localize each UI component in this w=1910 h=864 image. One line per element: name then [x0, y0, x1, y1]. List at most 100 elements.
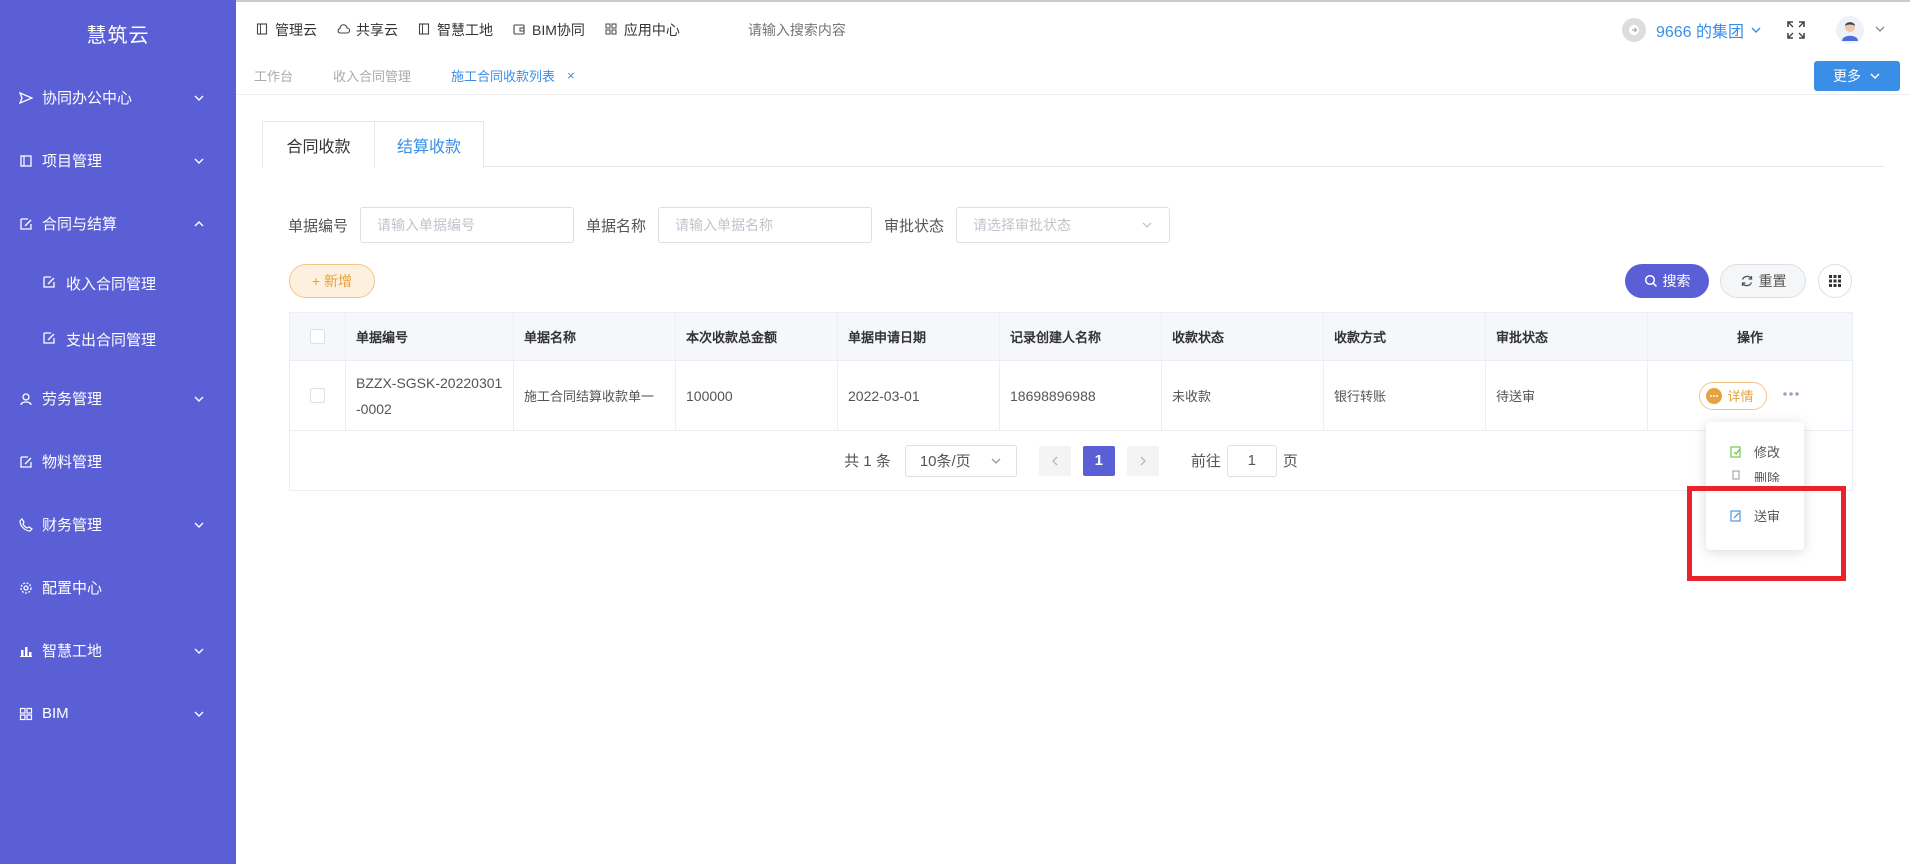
add-button[interactable]: + 新增: [289, 264, 375, 298]
sidebar-item-contract[interactable]: 合同与结算: [0, 192, 236, 255]
avatar[interactable]: [1836, 15, 1864, 44]
data-table: 单据编号 单据名称 本次收款总金额 单据申请日期 记录创建人名称 收款状态 收款…: [289, 312, 1853, 431]
row-checkbox[interactable]: [310, 388, 325, 403]
tab-workbench[interactable]: 工作台: [254, 66, 293, 85]
send-icon: [18, 90, 34, 106]
topnav-label: 智慧工地: [437, 21, 493, 38]
table-header: 单据编号 单据名称 本次收款总金额 单据申请日期 记录创建人名称 收款状态 收款…: [290, 313, 1852, 361]
topnav-app-center[interactable]: 应用中心: [605, 20, 680, 40]
sidebar-item-project[interactable]: 项目管理: [0, 129, 236, 192]
header-cell: 审批状态: [1486, 313, 1648, 360]
goto-label: 前往: [1190, 453, 1221, 470]
topnav-label: BIM协同: [532, 21, 585, 38]
goto-page-input[interactable]: [1226, 444, 1277, 477]
goto-page: 前往 页: [1190, 444, 1298, 477]
pagination: 共 1 条 10条/页 1 前往 页: [289, 431, 1853, 491]
sidebar-item-label: 物料管理: [42, 454, 103, 471]
search-button[interactable]: 搜索: [1625, 264, 1709, 298]
column-settings-button[interactable]: [1818, 264, 1852, 298]
filter-bar: 单据编号 单据名称 审批状态 请选择审批状态: [288, 207, 1171, 243]
sidebar-item-office[interactable]: 协同办公中心: [0, 66, 236, 129]
top-bar: 管理云 共享云 智慧工地 BIM协同 应用中心 9666 的集团: [236, 0, 1910, 57]
topnav-share-cloud[interactable]: 共享云: [337, 20, 398, 40]
more-label: 更多: [1833, 68, 1861, 84]
menu-label: 删除: [1754, 471, 1781, 482]
status-label: 审批状态: [884, 217, 945, 235]
grid-icon: [605, 23, 619, 37]
more-button[interactable]: 更多: [1814, 61, 1900, 91]
name-input[interactable]: [658, 207, 873, 243]
code-input[interactable]: [360, 207, 575, 243]
header-cell: 本次收款总金额: [676, 313, 838, 360]
sidebar-subitem-label: 支出合同管理: [66, 331, 157, 349]
sidebar-item-label: BIM: [42, 705, 69, 722]
name-label: 单据名称: [586, 217, 647, 235]
sidebar-item-label: 协同办公中心: [42, 90, 133, 107]
total-count: 共 1 条: [844, 453, 891, 470]
header-cell: 操作: [1736, 330, 1763, 345]
chevron-down-icon: [192, 154, 206, 168]
global-search-input[interactable]: [747, 21, 1048, 38]
search-label: 搜索: [1662, 273, 1691, 289]
chevron-down-icon: [1750, 24, 1762, 36]
select-all-checkbox[interactable]: [310, 329, 325, 344]
reset-button[interactable]: 重置: [1720, 264, 1806, 298]
header-cell: 单据编号: [346, 313, 514, 360]
tab-income-contract[interactable]: 收入合同管理: [333, 66, 411, 85]
next-page-button[interactable]: [1126, 445, 1159, 476]
chevron-down-icon: [192, 392, 206, 406]
sidebar-item-config[interactable]: 配置中心: [0, 556, 236, 619]
sidebar-item-label: 项目管理: [42, 153, 103, 170]
menu-label: 修改: [1754, 445, 1781, 460]
topnav-management-cloud[interactable]: 管理云: [256, 20, 317, 40]
table-row: BZZX-SGSK-20220301-0002 施工合同结算收款单一 10000…: [290, 361, 1852, 431]
tab-contract-receipt[interactable]: 合同收款: [262, 121, 374, 168]
cell-amount: 100000: [676, 361, 838, 430]
cell-date: 2022-03-01: [838, 361, 1000, 430]
sidebar-subitem-income-contract[interactable]: 收入合同管理: [0, 255, 236, 311]
sidebar-item-labor[interactable]: 劳务管理: [0, 367, 236, 430]
fullscreen-icon[interactable]: [1786, 20, 1806, 40]
sidebar-item-smart-site[interactable]: 智慧工地: [0, 619, 236, 682]
sidebar-item-material[interactable]: 物料管理: [0, 430, 236, 493]
sidebar-subitem-expense-contract[interactable]: 支出合同管理: [0, 311, 236, 367]
menu-item-delete[interactable]: 删除: [1730, 468, 1780, 482]
menu-item-edit[interactable]: 修改: [1730, 442, 1780, 461]
topnav-smart-site[interactable]: 智慧工地: [418, 20, 493, 40]
detail-button[interactable]: 详情: [1699, 381, 1767, 410]
chevron-down-icon[interactable]: [1874, 23, 1888, 37]
wallet-icon: [513, 23, 527, 37]
topnav-label: 共享云: [356, 21, 398, 38]
tab-label: 工作台: [254, 69, 294, 84]
cell-actions: 详情: [1648, 361, 1852, 430]
chevron-down-icon: [192, 707, 206, 721]
grid-icon: [1828, 274, 1842, 288]
page-size-select[interactable]: 10条/页: [904, 444, 1017, 477]
topnav-label: 应用中心: [623, 21, 680, 38]
tab-construction-receipt-list[interactable]: 施工合同收款列表 ×: [451, 66, 575, 85]
chevron-left-icon: [1050, 455, 1060, 467]
cell-creator: 18698896988: [1000, 361, 1162, 430]
sidebar-item-bim[interactable]: BIM: [0, 682, 236, 745]
more-circle-icon: [1706, 387, 1723, 404]
page-size-value: 10条/页: [919, 453, 971, 470]
page-number[interactable]: 1: [1082, 445, 1115, 476]
search-icon: [1644, 274, 1658, 288]
square-icon: [256, 22, 270, 37]
prev-page-button[interactable]: [1038, 445, 1071, 476]
sidebar-item-finance[interactable]: 财务管理: [0, 493, 236, 556]
tab-label: 施工合同收款列表: [451, 69, 556, 84]
close-icon[interactable]: ×: [567, 68, 575, 83]
tab-settlement-receipt[interactable]: 结算收款: [374, 121, 484, 168]
sidebar-item-label: 财务管理: [42, 517, 103, 534]
status-select[interactable]: 请选择审批状态: [956, 207, 1171, 243]
phone-icon: [18, 517, 34, 533]
cell-code: BZZX-SGSK-20220301-0002: [346, 361, 514, 430]
more-actions-icon[interactable]: [1781, 391, 1801, 401]
header-cell: 收款状态: [1162, 313, 1324, 360]
cell-name: 施工合同结算收款单一: [514, 361, 676, 430]
group-selector[interactable]: 9666 的集团: [1621, 17, 1762, 42]
edit-doc-icon: [18, 216, 34, 232]
topnav-bim[interactable]: BIM协同: [513, 20, 585, 40]
subtabs: 合同收款 结算收款: [262, 121, 1884, 168]
